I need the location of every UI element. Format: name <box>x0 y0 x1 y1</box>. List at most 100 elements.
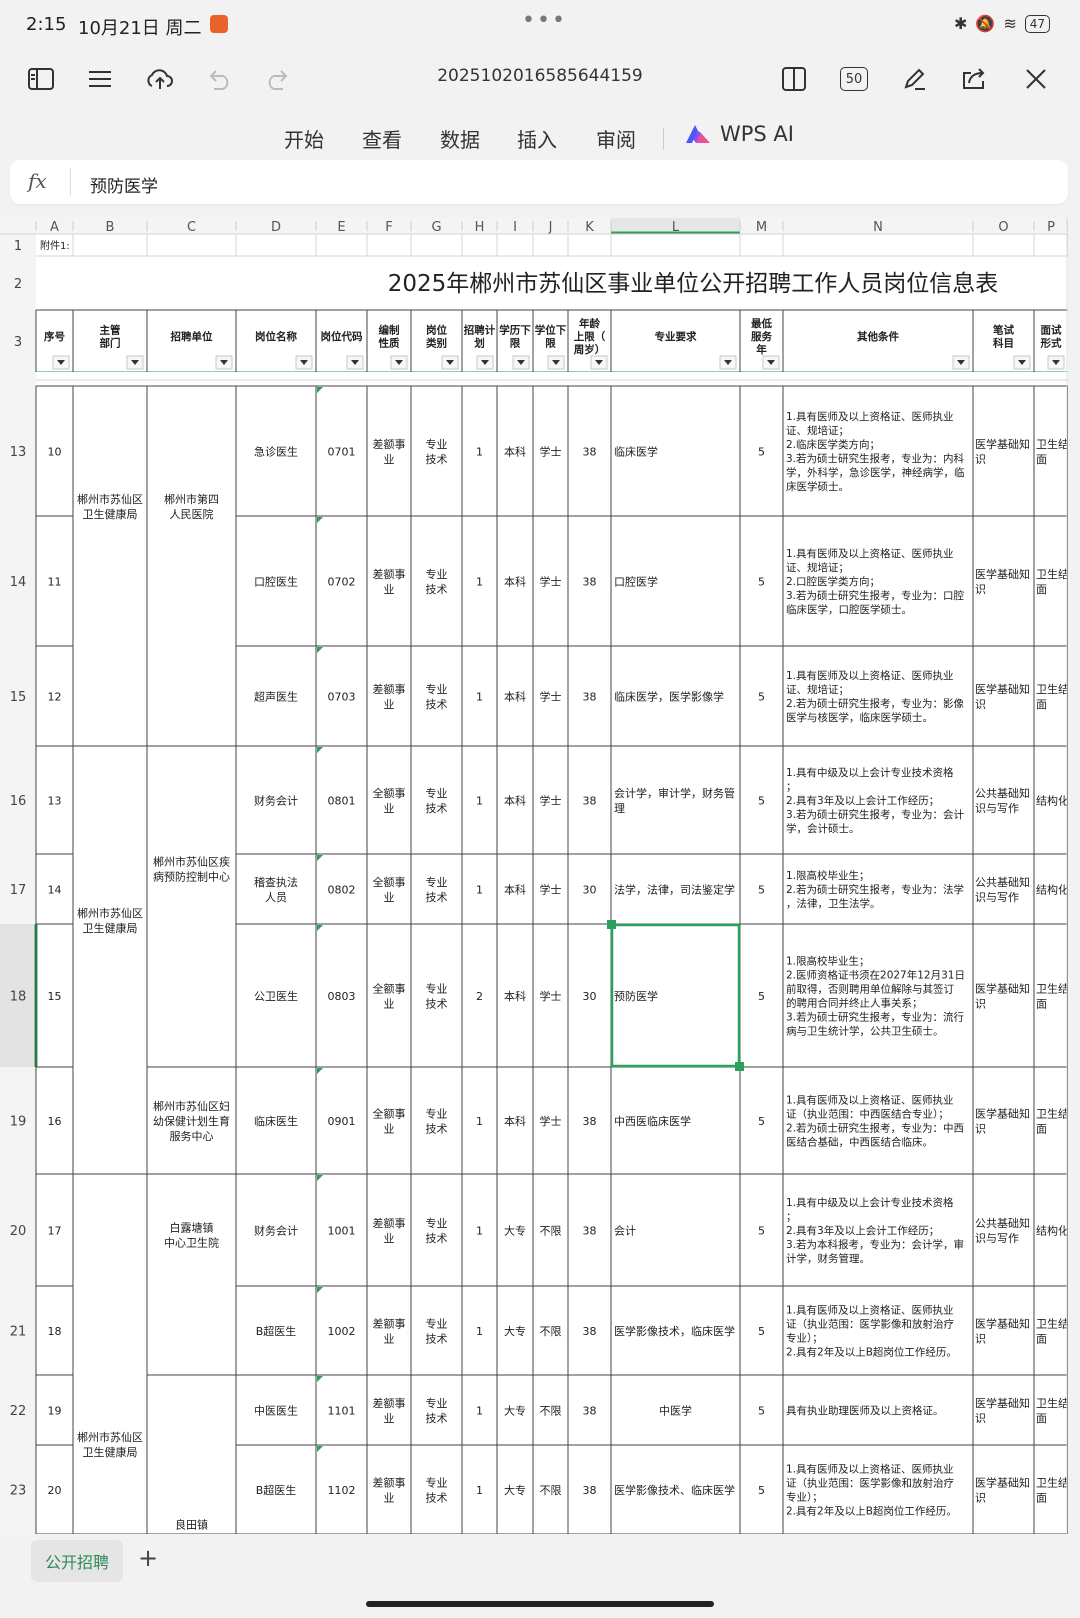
selection-handle-bottom-right[interactable] <box>735 1062 744 1071</box>
edu-cell: 大专 <box>504 1404 526 1418</box>
column-header-P: P <box>1047 220 1055 235</box>
header-cell-5: 岗位代码 <box>321 330 363 343</box>
degree-cell: 学士 <box>540 690 562 704</box>
system-icons: ✱ 🔕 ≋ 47 <box>954 14 1050 33</box>
column-header-G: G <box>431 220 441 235</box>
age-cell: 38 <box>583 576 597 589</box>
edu-cell: 本科 <box>504 690 526 704</box>
cloud-upload-icon[interactable] <box>143 63 175 95</box>
row1-note: 附件1: <box>40 239 70 252</box>
wifi-icon: ≋ <box>1003 14 1017 33</box>
menu-divider <box>663 128 664 150</box>
age-cell: 38 <box>583 1325 597 1338</box>
degree-cell: 学士 <box>540 989 562 1003</box>
tab-insert[interactable]: 插入 <box>517 124 557 153</box>
post-cell: B超医生 <box>256 1483 297 1497</box>
plan-cell: 1 <box>476 795 483 808</box>
edu-cell: 本科 <box>504 794 526 808</box>
code-cell: 1102 <box>328 1484 356 1497</box>
wps-ai-icon <box>686 125 710 143</box>
menu-icon[interactable] <box>84 63 116 95</box>
row-number-15: 15 <box>10 690 27 705</box>
interview-cell: 结构化 <box>1036 1224 1068 1238</box>
column-header-N: N <box>873 220 883 235</box>
unit-cell: 良田镇 <box>175 1518 208 1532</box>
column-header-O: O <box>998 220 1008 235</box>
code-cell: 0803 <box>328 990 356 1003</box>
sheet-tab[interactable]: 公开招聘 <box>31 1540 123 1582</box>
row-number-2: 2 <box>14 277 22 292</box>
home-indicator[interactable] <box>366 1601 714 1607</box>
split-view-icon[interactable] <box>778 63 810 95</box>
sidebar-toggle-icon[interactable] <box>25 63 57 95</box>
age-cell: 38 <box>583 691 597 704</box>
degree-cell: 不限 <box>540 1225 562 1238</box>
degree-cell: 学士 <box>540 883 562 897</box>
undo-icon[interactable] <box>203 63 235 95</box>
major-cell: 临床医学，医学影像学 <box>614 690 724 704</box>
major-cell: 预防医学 <box>614 989 658 1003</box>
seq-cell: 16 <box>48 1115 62 1128</box>
app-badge-icon <box>210 15 228 33</box>
age-cell: 38 <box>583 1225 597 1238</box>
edu-cell: 本科 <box>504 575 526 589</box>
spreadsheet-canvas[interactable]: A B C D E F G H I J K L M N O P123131415161718192021222… <box>0 218 1068 1534</box>
degree-cell: 学士 <box>540 445 562 459</box>
service-cell: 5 <box>758 795 765 808</box>
battery-icon: 47 <box>1024 14 1050 33</box>
column-header-E: E <box>337 220 345 235</box>
document-title: 20251020165856441​59 <box>437 66 643 86</box>
other-conditions-cell: 具有执业助理医师及以上资格证。 <box>786 1404 944 1417</box>
edu-cell: 本科 <box>504 445 526 459</box>
column-header-L: L <box>672 220 680 235</box>
code-cell: 1002 <box>328 1325 356 1338</box>
status-date: 10月21日 周二 <box>78 18 202 39</box>
major-cell: 医学影像技术，临床医学 <box>614 1324 735 1338</box>
tab-view[interactable]: 查看 <box>362 124 402 153</box>
degree-cell: 学士 <box>540 794 562 808</box>
post-cell: 财务会计 <box>254 1224 298 1238</box>
status-time: 2:15 <box>26 14 67 35</box>
service-cell: 5 <box>758 990 765 1003</box>
code-cell: 0901 <box>328 1115 356 1128</box>
seq-cell: 10 <box>48 446 62 459</box>
service-cell: 5 <box>758 1484 765 1497</box>
seq-cell: 15 <box>48 990 62 1003</box>
degree-cell: 学士 <box>540 1114 562 1128</box>
close-icon[interactable] <box>1020 63 1052 95</box>
code-cell: 0702 <box>328 576 356 589</box>
column-header-J: J <box>548 220 553 235</box>
fx-icon: fx <box>28 169 47 193</box>
plan-cell: 1 <box>476 446 483 459</box>
column-header-A: A <box>50 220 59 235</box>
tab-review[interactable]: 审阅 <box>596 124 636 153</box>
spreadsheet-grid[interactable]: A B C D E F G H I J K L M N O P 1 2 3 13 14 15 16 17 18 19 20 21 22 2… <box>0 218 1068 1534</box>
row-number-19: 19 <box>10 1114 27 1129</box>
redo-icon[interactable] <box>262 63 294 95</box>
code-cell: 1001 <box>328 1225 356 1238</box>
tab-count-button[interactable]: 50 <box>838 63 870 95</box>
share-icon[interactable] <box>958 63 990 95</box>
tab-data[interactable]: 数据 <box>440 124 480 153</box>
edit-pen-icon[interactable] <box>898 63 930 95</box>
header-cell-3: 招聘单位 <box>171 330 213 343</box>
tab-count: 50 <box>840 67 868 91</box>
formula-content[interactable]: 预防医学 <box>90 172 158 197</box>
row-number-3: 3 <box>14 335 22 350</box>
bluetooth-icon: ✱ <box>953 14 968 33</box>
major-cell: 中医学 <box>659 1404 692 1418</box>
service-cell: 5 <box>758 691 765 704</box>
column-header-I: I <box>513 220 517 235</box>
service-cell: 5 <box>758 446 765 459</box>
multitask-dots-icon[interactable]: ••• <box>522 8 567 33</box>
wps-ai-button[interactable]: WPS AI <box>684 122 794 146</box>
edu-cell: 大专 <box>504 1224 526 1238</box>
header-cell-6: 编制性质 <box>379 323 400 349</box>
add-sheet-button[interactable]: + <box>138 1544 158 1572</box>
selection-handle-top-left[interactable] <box>607 920 616 929</box>
tab-start[interactable]: 开始 <box>284 124 324 153</box>
formula-bar[interactable]: fx 预防医学 <box>10 160 1068 204</box>
service-cell: 5 <box>758 1325 765 1338</box>
post-cell: 财务会计 <box>254 794 298 808</box>
major-cell: 医学影像技术、临床医学 <box>614 1483 735 1497</box>
